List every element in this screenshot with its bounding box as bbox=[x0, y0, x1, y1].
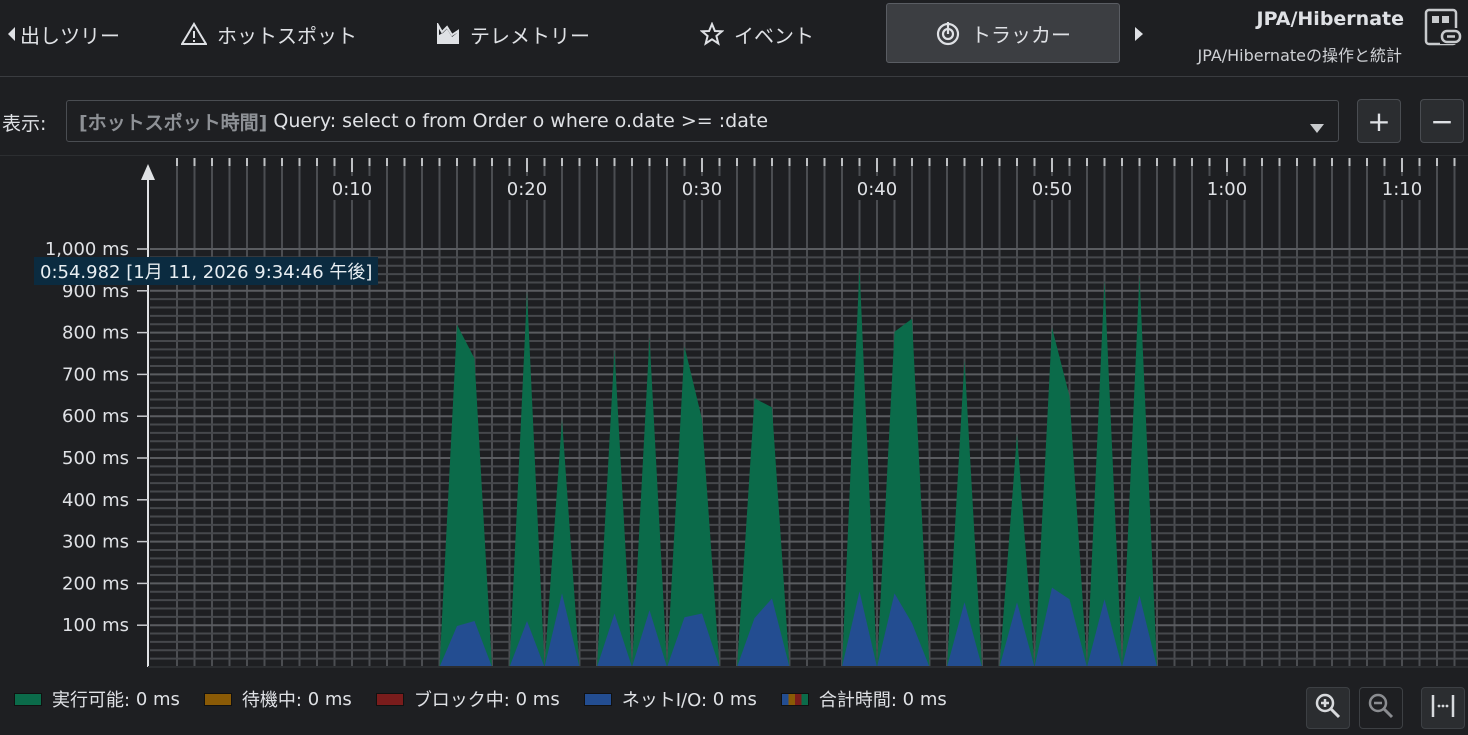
legend-swatch bbox=[203, 692, 232, 706]
probe-link-icon[interactable] bbox=[1424, 8, 1464, 52]
legend-label: ネットI/O: bbox=[621, 690, 708, 711]
legend-item-total: 合計時間: 0 ms bbox=[780, 686, 947, 712]
y-tick-label: 800 ms bbox=[62, 323, 129, 344]
y-tick-label: 600 ms bbox=[62, 406, 129, 427]
star-icon bbox=[700, 22, 724, 46]
tab-call-tree[interactable]: 出しツリー bbox=[8, 14, 120, 54]
tab-label: トラッカー bbox=[971, 22, 1071, 47]
y-tick-label: 200 ms bbox=[62, 573, 129, 594]
fit-width-button[interactable] bbox=[1421, 687, 1465, 729]
legend-item-net-io: ネットI/O: 0 ms bbox=[583, 686, 757, 712]
telemetry-icon bbox=[436, 23, 460, 45]
tab-tracker[interactable]: トラッカー bbox=[886, 3, 1120, 63]
x-tick-label: 1:00 bbox=[1207, 179, 1247, 200]
legend-value: 0 ms bbox=[515, 688, 560, 710]
x-tick-label: 0:10 bbox=[332, 179, 372, 200]
chart-tooltip: 0:54.982 [1月 11, 2026 9:34:46 午後] bbox=[34, 257, 379, 285]
legend-label: 待機中: bbox=[241, 690, 302, 711]
more-tabs-arrow[interactable] bbox=[1135, 26, 1143, 45]
legend-swatch bbox=[583, 692, 612, 706]
legend-label: 実行可能: bbox=[52, 690, 131, 711]
view-select-value: Query: select o from Order o where o.dat… bbox=[273, 110, 769, 132]
legend-value: 0 ms bbox=[135, 688, 180, 710]
add-button[interactable]: + bbox=[1357, 99, 1401, 143]
legend-value: 0 ms bbox=[712, 688, 757, 710]
header-divider bbox=[0, 76, 1468, 77]
legend-item-blocked: ブロック中: 0 ms bbox=[375, 686, 560, 712]
remove-button[interactable]: − bbox=[1420, 99, 1464, 143]
view-select[interactable]: [ホットスポット時間] Query: select o from Order o… bbox=[66, 100, 1339, 142]
x-tick-label: 0:40 bbox=[857, 179, 897, 200]
tab-label: テレメトリー bbox=[470, 23, 590, 48]
view-select-prefix: [ホットスポット時間] bbox=[79, 111, 268, 134]
tab-label: ホットスポット bbox=[217, 23, 357, 48]
tab-hotspots[interactable]: ホットスポット bbox=[181, 14, 357, 54]
zoom-out-button[interactable] bbox=[1359, 687, 1403, 729]
fit-width-icon bbox=[1429, 692, 1457, 724]
tracker-icon bbox=[935, 20, 961, 46]
zoom-in-button[interactable] bbox=[1306, 687, 1350, 729]
x-tick-label: 0:50 bbox=[1032, 179, 1072, 200]
y-tick-label: 100 ms bbox=[62, 615, 129, 636]
legend-value: 0 ms bbox=[902, 688, 947, 710]
chart-legend: 実行可能: 0 ms 待機中: 0 ms ブロック中: 0 ms ネットI/O:… bbox=[14, 686, 971, 712]
legend-swatch bbox=[780, 692, 809, 706]
probe-title: JPA/Hibernate bbox=[1256, 8, 1404, 30]
x-tick-label: 0:30 bbox=[682, 179, 722, 200]
legend-swatch bbox=[14, 692, 42, 706]
legend-item-runnable: 実行可能: 0 ms bbox=[14, 686, 180, 712]
tab-label: 出しツリー bbox=[20, 23, 120, 48]
warning-icon bbox=[181, 22, 207, 46]
legend-value: 0 ms bbox=[307, 688, 352, 710]
x-tick-label: 0:20 bbox=[507, 179, 547, 200]
legend-label: 合計時間: bbox=[818, 690, 897, 711]
tracker-chart[interactable]: 100 ms 200 ms 300 ms 400 ms 500 ms 600 ms 700 … bbox=[0, 155, 1468, 670]
y-tick-label: 500 ms bbox=[62, 448, 129, 469]
tab-events[interactable]: イベント bbox=[700, 14, 814, 54]
tab-label: イベント bbox=[734, 23, 814, 48]
legend-label: ブロック中: bbox=[413, 690, 510, 711]
view-label: 表示: bbox=[2, 113, 47, 135]
legend-item-waiting: 待機中: 0 ms bbox=[203, 686, 352, 712]
probe-subtitle: JPA/Hibernateの操作と統計 bbox=[1197, 46, 1402, 65]
y-axis-arrow-icon bbox=[141, 164, 155, 180]
y-tick-label: 400 ms bbox=[62, 490, 129, 511]
x-tick-label: 1:10 bbox=[1382, 179, 1422, 200]
zoom-in-icon bbox=[1314, 692, 1342, 724]
y-tick-label: 700 ms bbox=[62, 364, 129, 385]
legend-swatch bbox=[375, 692, 404, 706]
zoom-out-icon bbox=[1367, 692, 1395, 724]
chevron-down-icon bbox=[1310, 117, 1324, 139]
y-tick-label: 300 ms bbox=[62, 532, 129, 553]
tab-telemetry[interactable]: テレメトリー bbox=[436, 14, 590, 54]
caret-left-icon bbox=[8, 27, 16, 41]
